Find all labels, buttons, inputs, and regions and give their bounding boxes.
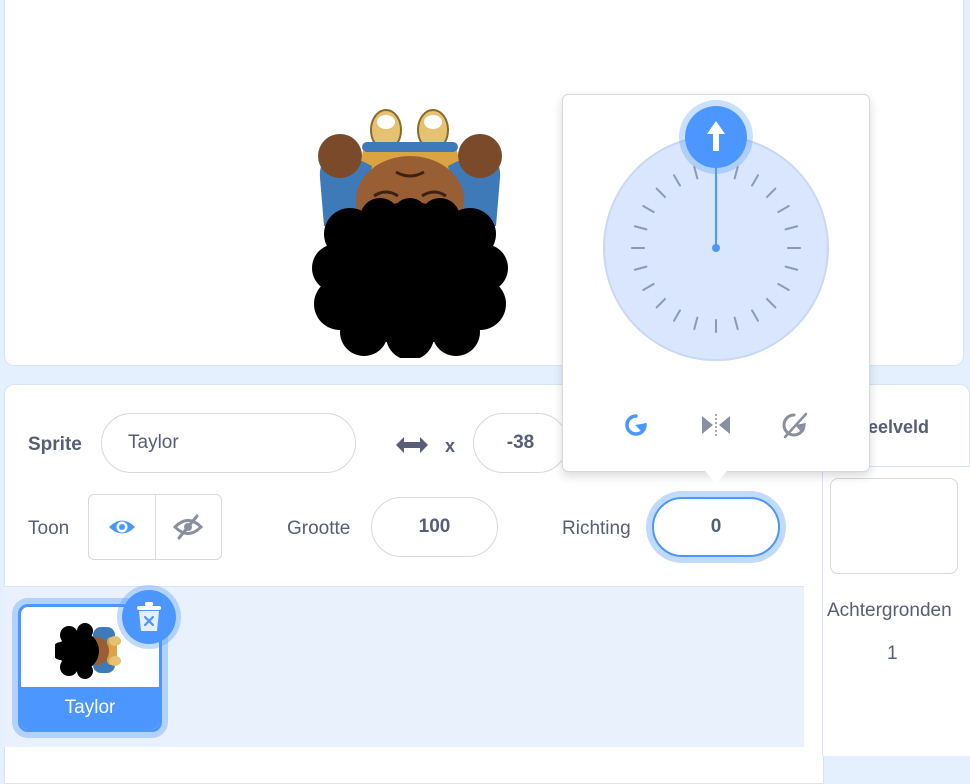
show-toggle-group xyxy=(88,494,222,560)
direction-label: Richting xyxy=(562,518,631,539)
direction-dial[interactable] xyxy=(563,95,869,395)
x-position-arrows-icon xyxy=(396,437,428,453)
all-around-icon xyxy=(625,414,647,436)
backdrops-label: Achtergronden xyxy=(827,600,952,621)
show-label: Toon xyxy=(28,518,70,539)
rotation-dont-rotate-button[interactable] xyxy=(775,405,815,445)
eye-icon xyxy=(108,520,135,534)
rotation-left-right-button[interactable] xyxy=(696,405,736,445)
size-label: Grootte xyxy=(287,518,351,539)
sprite-name-label: Sprite xyxy=(28,434,82,455)
backdrops-count: 1 xyxy=(887,643,898,664)
show-sprite-button[interactable] xyxy=(89,495,155,559)
sprite-name-input[interactable]: Taylor xyxy=(101,413,356,473)
eye-slash-icon xyxy=(173,514,204,540)
rotation-all-around-button[interactable] xyxy=(616,405,656,445)
trash-icon xyxy=(137,602,161,631)
x-label: x xyxy=(445,436,456,456)
sprite-tile-name: Taylor xyxy=(21,687,159,729)
delete-sprite-button[interactable] xyxy=(122,590,176,644)
size-input[interactable]: 100 xyxy=(371,497,498,557)
x-input[interactable]: -38 xyxy=(473,413,568,473)
direction-input[interactable]: 0 xyxy=(652,497,780,557)
dont-rotate-icon xyxy=(782,412,808,439)
stage-thumbnail[interactable] xyxy=(830,478,958,574)
left-right-icon xyxy=(702,414,730,436)
popover-pointer xyxy=(704,470,728,484)
hide-sprite-button[interactable] xyxy=(154,495,222,559)
sprite-thumbnail xyxy=(55,623,121,679)
sprite-taylor-on-stage[interactable] xyxy=(300,104,520,358)
direction-popover xyxy=(562,94,870,472)
